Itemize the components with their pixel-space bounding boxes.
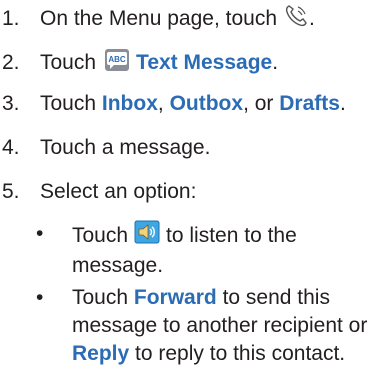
bullet-dot: • (36, 222, 44, 245)
bullet-text-line2: message. (72, 254, 164, 277)
bullet-text: Touch (72, 224, 129, 247)
step-5: 5. Select an option: (0, 180, 196, 204)
separator: , or (243, 92, 274, 115)
reply-label: Reply (72, 342, 130, 365)
text-message-app-icon: ABC (104, 48, 130, 78)
step-number: 4. (2, 136, 20, 159)
svg-text:ABC: ABC (108, 55, 126, 64)
inbox-label: Inbox (101, 92, 158, 115)
step-4: 4. Touch a message. (0, 136, 210, 160)
step-2: 2. Touch ABC Text Message . (0, 48, 278, 78)
step-text: Touch (40, 92, 97, 115)
step-number: 5. (2, 180, 20, 203)
forward-label: Forward (133, 286, 217, 309)
bullet-text: Touch (72, 286, 129, 309)
separator: , (157, 92, 164, 115)
step-number: 3. (2, 92, 20, 115)
bullet-dot: • (36, 286, 44, 309)
outbox-label: Outbox (169, 92, 244, 115)
text-message-label: Text Message (136, 51, 273, 74)
phone-icon (283, 3, 309, 35)
bullet-text: to send this (222, 286, 330, 309)
step-text-end: . (309, 7, 315, 30)
bullet-text: to listen to the (166, 224, 297, 247)
step-text: Select an option: (40, 180, 197, 203)
step-text-end: . (339, 92, 346, 115)
drafts-label: Drafts (279, 92, 340, 115)
step-text: On the Menu page, touch (40, 7, 277, 30)
step-3: 3. Touch Inbox , Outbox , or Drafts . (0, 92, 346, 116)
step-text-end: . (272, 51, 279, 74)
step-number: 1. (2, 7, 20, 30)
step-number: 2. (2, 51, 20, 74)
bullet-text-line2: message to another recipient or (72, 314, 368, 337)
step-text: Touch a message. (40, 136, 211, 159)
speaker-icon (134, 220, 160, 252)
bullet-text: to reply to this contact. (135, 342, 346, 365)
step-text: Touch (40, 51, 97, 74)
step-1: 1. On the Menu page, touch . (0, 3, 315, 35)
